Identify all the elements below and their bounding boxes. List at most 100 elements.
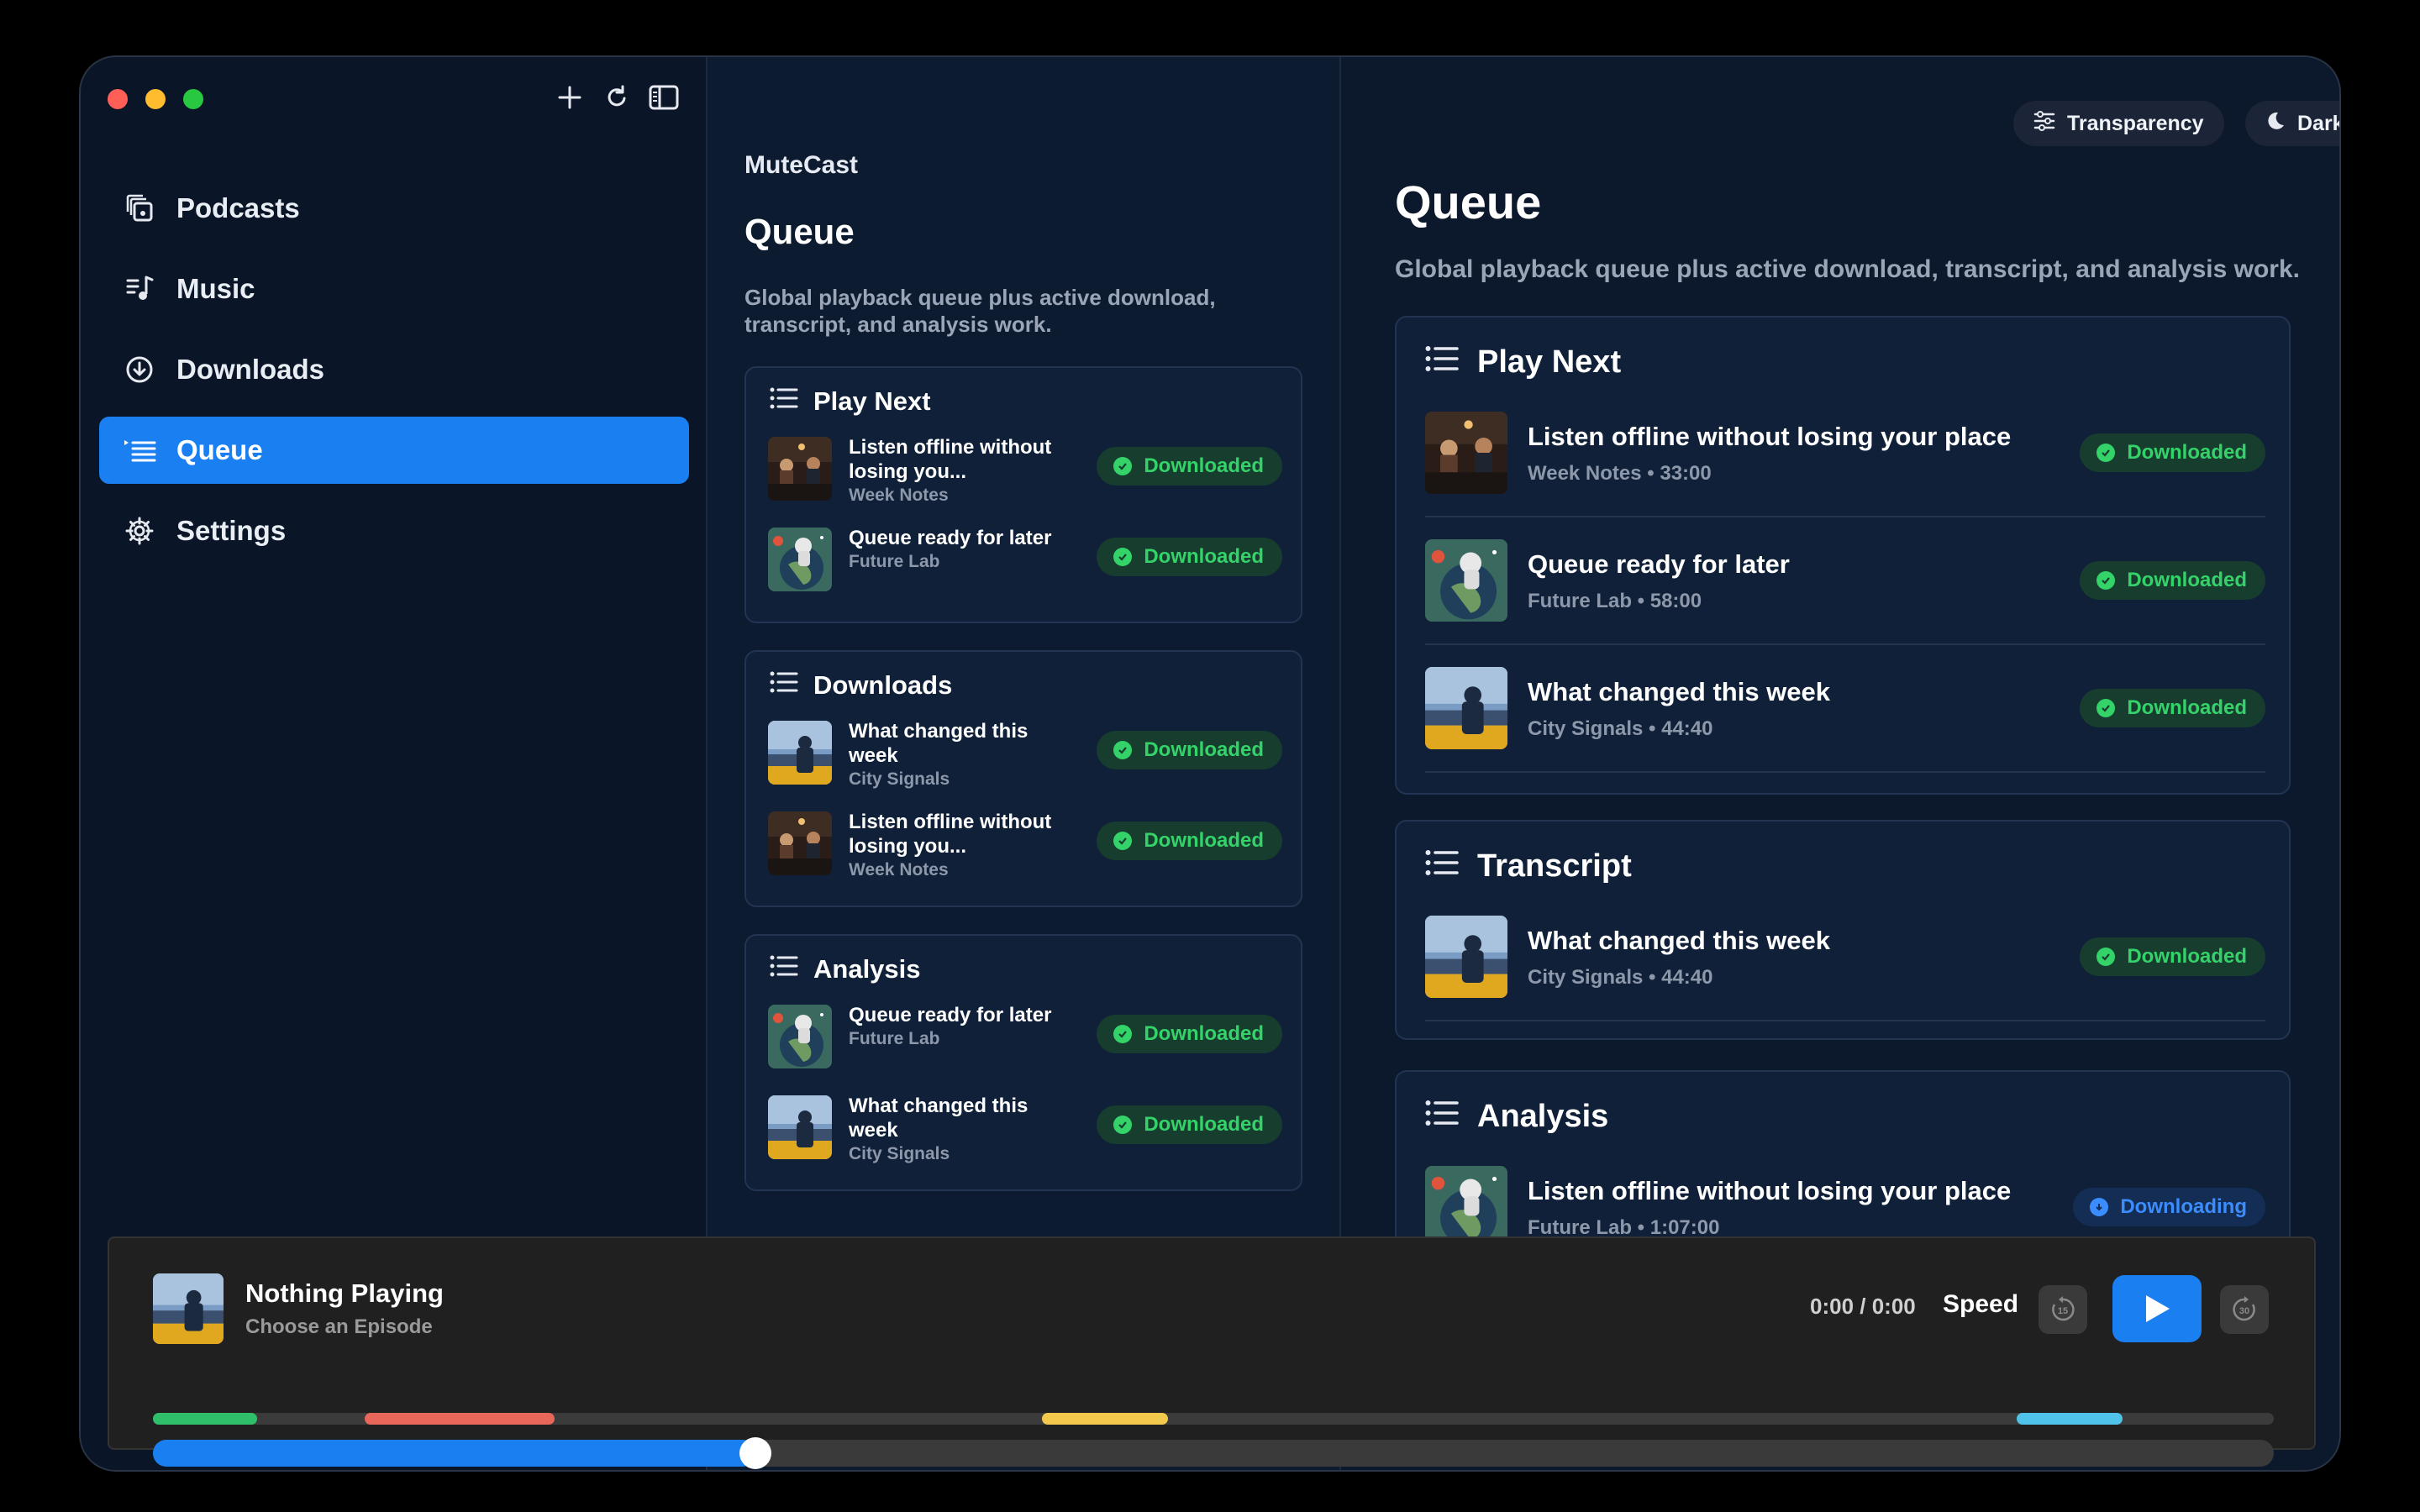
status-label: Downloaded: [1144, 738, 1264, 761]
status-badge: Downloaded: [1097, 822, 1282, 860]
add-icon[interactable]: [555, 82, 585, 113]
skip-back-button[interactable]: 15: [2039, 1285, 2087, 1334]
list-item[interactable]: Listen offline without losing you... Wee…: [768, 810, 1282, 879]
episode-text: What changed this week City Signals • 44…: [1528, 926, 1830, 990]
episode-title: Queue ready for later: [1528, 549, 1790, 579]
now-playing-title: Nothing Playing: [245, 1278, 444, 1308]
check-icon: [2096, 571, 2116, 590]
episode-meta: Future Lab: [849, 1029, 940, 1048]
player-bar: Nothing Playing Choose an Episode 0:00 /…: [108, 1236, 2316, 1469]
theme-label: Dark: [2297, 111, 2341, 135]
play-icon: [2146, 1295, 2170, 1322]
window-controls: [108, 89, 203, 109]
table-row[interactable]: What changed this week City Signals • 44…: [1425, 894, 2265, 1021]
episode-title: Listen offline without losing you...: [849, 811, 1052, 858]
episode-artwork-desk: [1425, 412, 1507, 494]
sidebar-item-label: Music: [176, 273, 255, 304]
status-label: Downloaded: [2127, 569, 2247, 591]
app-window: Podcasts Music Downloads Queue Settings …: [79, 55, 2341, 1472]
sidebar-item-settings[interactable]: Settings: [99, 497, 689, 564]
close-window-button[interactable]: [108, 89, 128, 109]
sidebar-item-label: Podcasts: [176, 192, 300, 223]
moon-icon: [2265, 111, 2286, 137]
card-title: Downloads: [813, 670, 953, 700]
episode-text: Queue ready for later Future Lab: [849, 1003, 1059, 1049]
music-icon: [123, 272, 156, 306]
list-icon: [770, 954, 798, 984]
episode-artwork-city: [768, 721, 832, 785]
card-title: Analysis: [813, 954, 921, 984]
episode-title: What changed this week: [1528, 677, 1831, 706]
settings-icon: [123, 514, 156, 548]
episode-title: Queue ready for later: [849, 527, 1052, 549]
check-icon: [2096, 444, 2116, 462]
status-label: Downloading: [2120, 1195, 2247, 1218]
check-icon: [2096, 699, 2116, 717]
play-button[interactable]: [2112, 1275, 2202, 1342]
episode-text: Listen offline without losing your place…: [1528, 1176, 2011, 1240]
chapter-segment: [365, 1413, 555, 1425]
episode-text: Listen offline without losing you... Wee…: [849, 435, 1059, 506]
list-item[interactable]: What changed this week City Signals Down…: [768, 719, 1282, 789]
list-item[interactable]: Listen offline without losing you... Wee…: [768, 435, 1282, 505]
card-title: Play Next: [813, 386, 931, 416]
refresh-icon[interactable]: [602, 82, 632, 113]
speed-button[interactable]: Speed: [1943, 1290, 2018, 1319]
list-icon: [1425, 848, 1459, 885]
app-name: MuteCast: [744, 151, 859, 179]
status-label: Downloaded: [1144, 545, 1264, 568]
episode-text: Queue ready for later Future Lab: [849, 526, 1059, 572]
sidebar-item-label: Settings: [176, 515, 287, 546]
progress-slider[interactable]: [153, 1437, 2274, 1469]
card-title: Transcript: [1477, 848, 1632, 884]
status-badge: Downloaded: [1097, 1105, 1282, 1144]
episode-title: Listen offline without losing you...: [849, 436, 1052, 483]
status-badge: Downloaded: [2080, 433, 2265, 472]
downloads-icon: [123, 353, 156, 386]
card-header: Analysis: [1425, 1099, 1608, 1135]
check-icon: [1113, 1116, 1133, 1134]
transparency-button[interactable]: Transparency: [2013, 101, 2224, 146]
sidebar-item-downloads[interactable]: Downloads: [99, 336, 689, 403]
episode-title: Listen offline without losing your place: [1528, 1176, 2012, 1205]
episode-artwork-desk: [768, 437, 832, 501]
chapter-markers-bar[interactable]: [153, 1413, 2274, 1425]
sidebar-item-music[interactable]: Music: [99, 255, 689, 323]
episode-meta: City Signals • 44:40: [1528, 966, 1713, 989]
playback-time: 0:00 / 0:00: [1810, 1294, 1916, 1319]
list-item[interactable]: Queue ready for later Future Lab Downloa…: [768, 526, 1282, 593]
minimize-window-button[interactable]: [145, 89, 166, 109]
card-title: Analysis: [1477, 1099, 1609, 1134]
toggle-sidebar-icon[interactable]: [649, 82, 679, 113]
play-next-card: Play Next Listen offline without losing …: [744, 366, 1302, 623]
sidebar-item-label: Queue: [176, 434, 263, 465]
status-label: Downloaded: [2127, 696, 2247, 719]
chapter-segment: [153, 1413, 257, 1425]
table-row[interactable]: What changed this week City Signals • 44…: [1425, 645, 2265, 773]
episode-title: What changed this week: [1528, 926, 1831, 955]
status-label: Downloaded: [1144, 1113, 1264, 1136]
status-label: Downloaded: [1144, 1022, 1264, 1045]
table-row[interactable]: Listen offline without losing your place…: [1425, 390, 2265, 517]
skip-forward-30-icon: 30: [2233, 1296, 2255, 1321]
status-badge: Downloaded: [1097, 1015, 1282, 1053]
zoom-window-button[interactable]: [183, 89, 203, 109]
status-badge: Downloaded: [1097, 731, 1282, 769]
list-item[interactable]: Queue ready for later Future Lab Downloa…: [768, 1003, 1282, 1070]
table-row[interactable]: Queue ready for later Future Lab • 58:00…: [1425, 517, 2265, 645]
episode-artwork-astronaut: [1425, 539, 1507, 622]
list-item[interactable]: What changed this week City Signals Down…: [768, 1094, 1282, 1163]
card-header: Transcript: [1425, 848, 1632, 885]
progress-knob[interactable]: [739, 1437, 771, 1469]
now-playing-subtitle: Choose an Episode: [245, 1315, 433, 1338]
episode-text: What changed this week City Signals: [849, 719, 1059, 790]
card-title: Play Next: [1477, 344, 1622, 380]
theme-toggle-button[interactable]: Dark: [2245, 101, 2341, 146]
sidebar-item-queue[interactable]: Queue: [99, 417, 689, 484]
skip-forward-button[interactable]: 30: [2220, 1285, 2269, 1334]
sidebar-item-podcasts[interactable]: Podcasts: [99, 175, 689, 242]
episode-artwork-city: [1425, 916, 1507, 998]
check-icon: [1113, 832, 1133, 850]
page-title: Queue: [744, 212, 855, 251]
list-icon: [1425, 1099, 1459, 1135]
